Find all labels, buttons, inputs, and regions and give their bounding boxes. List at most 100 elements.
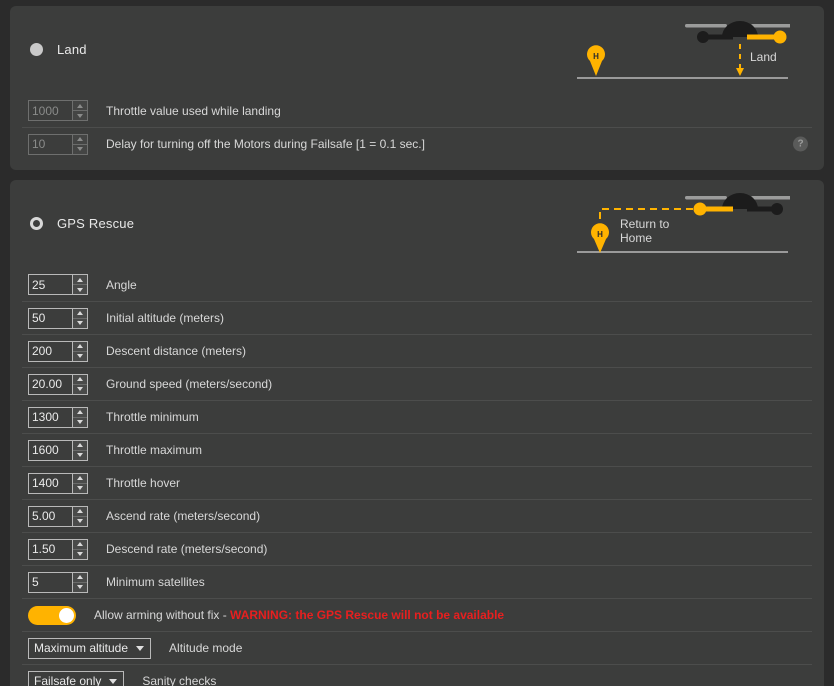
table-row: Minimum satellites: [22, 565, 812, 598]
gps-rescue-panel-header: GPS Rescue Return to Home H: [22, 180, 812, 268]
angle-stepper[interactable]: [28, 274, 88, 295]
ground-speed-stepper[interactable]: [28, 373, 88, 395]
motor-off-delay-spinner[interactable]: [72, 134, 87, 154]
throttle-hover-label: Throttle hover: [106, 476, 181, 490]
chevron-down-icon: [136, 645, 145, 651]
allow-arming-without-fix-toggle[interactable]: [28, 605, 76, 625]
spin-down-icon[interactable]: [73, 550, 87, 559]
chevron-down-icon: [109, 678, 118, 684]
throttle-minimum-label: Throttle minimum: [106, 410, 199, 424]
spin-up-icon[interactable]: [73, 101, 87, 110]
throttle-minimum-spinner[interactable]: [72, 407, 87, 427]
descent-distance-stepper[interactable]: [28, 340, 88, 362]
altitude-mode-select-value: Maximum altitude: [34, 641, 129, 655]
throttle-hover-spinner[interactable]: [72, 473, 87, 493]
initial-altitude-spinner[interactable]: [72, 308, 87, 328]
ascend-rate-label: Ascend rate (meters/second): [106, 509, 261, 523]
minimum-satellites-label: Minimum satellites: [106, 575, 205, 589]
spin-down-icon[interactable]: [73, 111, 87, 120]
throttle-landing-input[interactable]: [29, 101, 72, 120]
spin-down-icon[interactable]: [73, 583, 87, 592]
motor-off-delay-label: Delay for turning off the Motors during …: [106, 137, 425, 151]
gps-rescue-mode-label: GPS Rescue: [57, 216, 135, 231]
table-row: Failsafe only Sanity checks: [22, 664, 812, 686]
toggle-knob: [59, 607, 74, 623]
land-home-marker-letter: H: [593, 52, 599, 61]
spin-down-icon[interactable]: [73, 145, 87, 154]
table-row: Throttle value used while landing: [22, 94, 812, 127]
ground-speed-spinner[interactable]: [72, 374, 87, 394]
table-row: Ground speed (meters/second): [22, 367, 812, 400]
spin-up-icon[interactable]: [73, 441, 87, 450]
throttle-hover-stepper[interactable]: [28, 472, 88, 494]
angle-input[interactable]: [29, 275, 72, 294]
initial-altitude-input[interactable]: [29, 308, 72, 328]
spin-up-icon[interactable]: [73, 342, 87, 351]
table-row: Ascend rate (meters/second): [22, 499, 812, 532]
spin-up-icon[interactable]: [73, 507, 87, 516]
angle-label: Angle: [106, 277, 137, 292]
spin-down-icon[interactable]: [73, 451, 87, 460]
land-mode-radio-icon[interactable]: [30, 43, 43, 56]
table-row: Delay for turning off the Motors during …: [22, 127, 812, 160]
land-mode-radio-row[interactable]: Land: [30, 42, 87, 57]
minimum-satellites-spinner[interactable]: [72, 572, 87, 592]
motor-off-delay-input[interactable]: [29, 134, 72, 154]
land-mode-label: Land: [57, 42, 87, 57]
descend-rate-stepper[interactable]: [28, 538, 88, 560]
altitude-mode-select[interactable]: Maximum altitude: [28, 637, 152, 659]
initial-altitude-label: Initial altitude (meters): [106, 311, 225, 325]
spin-down-icon[interactable]: [73, 385, 87, 394]
descent-distance-spinner[interactable]: [72, 341, 87, 361]
sanity-checks-select-value: Failsafe only: [34, 674, 102, 686]
throttle-minimum-stepper[interactable]: [28, 406, 88, 428]
motor-off-delay-stepper[interactable]: [28, 133, 88, 155]
throttle-landing-spinner[interactable]: [72, 101, 87, 120]
table-row: Throttle hover: [22, 466, 812, 499]
ascend-rate-stepper[interactable]: [28, 505, 88, 527]
sanity-checks-select[interactable]: Failsafe only: [28, 670, 125, 686]
ascend-rate-spinner[interactable]: [72, 506, 87, 526]
gps-rescue-warning-text: WARNING: the GPS Rescue will not be avai…: [230, 608, 505, 622]
spin-down-icon[interactable]: [73, 484, 87, 493]
spin-up-icon[interactable]: [73, 540, 87, 549]
initial-altitude-stepper[interactable]: [28, 307, 88, 329]
throttle-maximum-input[interactable]: [29, 440, 72, 460]
minimum-satellites-input[interactable]: [29, 572, 72, 592]
gps-rescue-mode-radio-icon[interactable]: [30, 217, 43, 230]
descend-rate-input[interactable]: [29, 539, 72, 559]
land-failsafe-panel: Land Land H 1000 Throttle value used whi…: [10, 6, 824, 170]
spin-down-icon[interactable]: [73, 517, 87, 526]
throttle-maximum-stepper[interactable]: [28, 439, 88, 461]
angle-spinner[interactable]: [72, 275, 87, 294]
throttle-landing-label: Throttle value used while landing: [106, 103, 281, 118]
spin-up-icon[interactable]: [73, 408, 87, 417]
spin-up-icon[interactable]: [73, 309, 87, 318]
spin-up-icon[interactable]: [73, 573, 87, 582]
ground-speed-input[interactable]: [29, 374, 72, 394]
spin-up-icon[interactable]: [73, 275, 87, 284]
gps-rescue-panel: GPS Rescue Return to Home H 25 Angle 50 …: [10, 180, 824, 686]
spin-down-icon[interactable]: [73, 319, 87, 328]
land-arrow-label: Land: [750, 50, 777, 64]
throttle-minimum-input[interactable]: [29, 407, 72, 427]
land-illustration: Land H: [575, 16, 790, 86]
help-icon[interactable]: ?: [793, 136, 808, 152]
spin-down-icon[interactable]: [73, 352, 87, 361]
spin-up-icon[interactable]: [73, 375, 87, 384]
throttle-hover-input[interactable]: [29, 473, 72, 493]
gps-rescue-mode-radio-row[interactable]: GPS Rescue: [30, 216, 134, 231]
ascend-rate-input[interactable]: [29, 506, 72, 526]
minimum-satellites-stepper[interactable]: [28, 571, 88, 593]
spin-up-icon[interactable]: [73, 135, 87, 144]
spin-up-icon[interactable]: [73, 474, 87, 483]
throttle-landing-stepper[interactable]: [28, 100, 88, 121]
gps-rescue-illustration: Return to Home H: [575, 190, 790, 260]
descent-distance-input[interactable]: [29, 341, 72, 361]
throttle-maximum-spinner[interactable]: [72, 440, 87, 460]
spin-down-icon[interactable]: [73, 285, 87, 294]
spin-down-icon[interactable]: [73, 418, 87, 427]
descend-rate-spinner[interactable]: [72, 539, 87, 559]
table-row: Throttle maximum: [22, 433, 812, 466]
table-row: Descent distance (meters): [22, 334, 812, 367]
